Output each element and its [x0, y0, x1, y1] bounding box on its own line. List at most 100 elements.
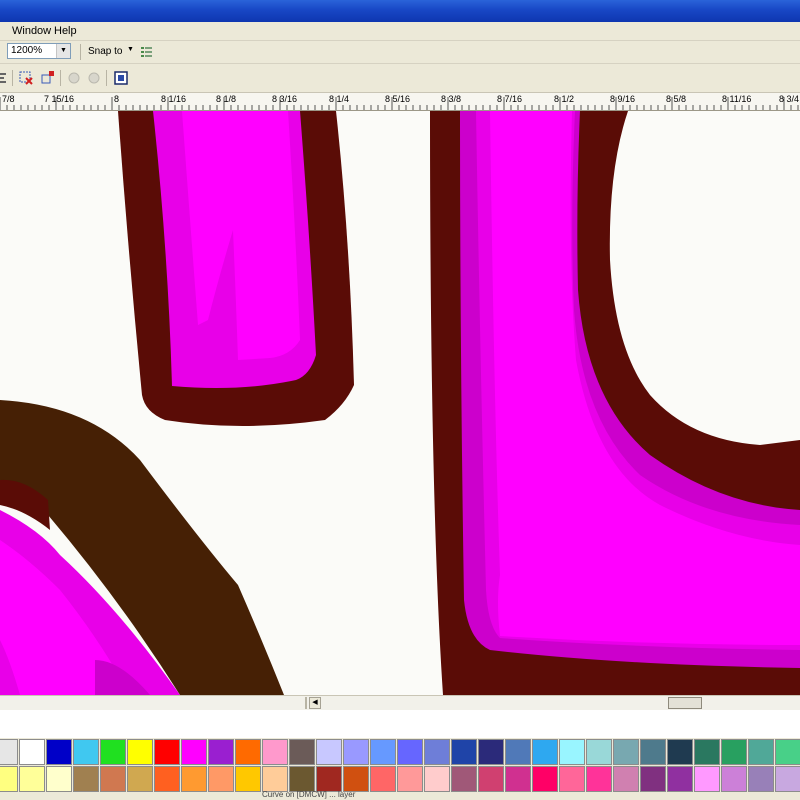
color-swatch[interactable]: [316, 766, 342, 792]
snap-options-icon[interactable]: [140, 45, 154, 59]
color-swatch[interactable]: [370, 766, 396, 792]
color-swatch[interactable]: [451, 766, 477, 792]
chevron-down-icon[interactable]: ▼: [56, 44, 70, 58]
color-swatch[interactable]: [262, 739, 288, 765]
color-swatch[interactable]: [559, 739, 585, 765]
color-swatch[interactable]: [0, 739, 18, 765]
color-swatch[interactable]: [721, 739, 747, 765]
snap-chevron-down-icon[interactable]: ▼: [127, 46, 134, 53]
delete-node-icon[interactable]: [18, 70, 34, 86]
title-bar: [0, 0, 800, 22]
color-swatch[interactable]: [505, 766, 531, 792]
color-swatch[interactable]: [748, 766, 774, 792]
ruler-label: 8 3/4: [779, 94, 800, 104]
color-swatch[interactable]: [694, 766, 720, 792]
color-swatch[interactable]: [640, 766, 666, 792]
arrange-icon[interactable]: [113, 70, 129, 86]
color-swatch[interactable]: [235, 739, 261, 765]
color-swatch[interactable]: [694, 739, 720, 765]
ruler-label: 8 1/2: [554, 94, 575, 104]
color-swatch[interactable]: [667, 766, 693, 792]
color-swatch[interactable]: [586, 766, 612, 792]
undo-disabled-icon[interactable]: [66, 70, 82, 86]
zoom-level-combo[interactable]: 1200% ▼: [7, 43, 71, 59]
horizontal-ruler[interactable]: 7/8 7 15/16 8 8 1/16 8 1/8 8 3/16 8 1/4 …: [0, 93, 800, 111]
color-swatch[interactable]: [370, 739, 396, 765]
color-swatch[interactable]: [424, 739, 450, 765]
color-swatch[interactable]: [316, 739, 342, 765]
color-swatch[interactable]: [262, 766, 288, 792]
color-swatch[interactable]: [73, 766, 99, 792]
color-swatch[interactable]: [127, 766, 153, 792]
color-swatch[interactable]: [19, 766, 45, 792]
color-swatch[interactable]: [397, 739, 423, 765]
color-swatch[interactable]: [100, 766, 126, 792]
left-column-highlight[interactable]: [182, 111, 300, 360]
color-swatch[interactable]: [343, 766, 369, 792]
color-swatch[interactable]: [181, 739, 207, 765]
color-swatch[interactable]: [559, 766, 585, 792]
color-swatch[interactable]: [235, 766, 261, 792]
color-swatch[interactable]: [775, 766, 800, 792]
align-icon[interactable]: [0, 70, 10, 86]
color-swatch[interactable]: [667, 739, 693, 765]
color-swatch[interactable]: [532, 739, 558, 765]
color-swatch[interactable]: [613, 766, 639, 792]
color-swatch[interactable]: [73, 739, 99, 765]
color-swatch[interactable]: [127, 739, 153, 765]
menu-bar: Window Help: [0, 22, 800, 41]
color-swatch[interactable]: [154, 766, 180, 792]
standard-toolbar: [0, 64, 800, 93]
ruler-label: 8 11/16: [722, 94, 752, 104]
ruler-label: 7 15/16: [44, 94, 75, 104]
color-swatch[interactable]: [532, 766, 558, 792]
drawing-canvas[interactable]: [0, 111, 800, 695]
color-swatch[interactable]: [478, 766, 504, 792]
scrollbar-thumb[interactable]: [668, 697, 702, 709]
menu-window[interactable]: Window: [12, 25, 51, 37]
color-swatch[interactable]: [0, 766, 18, 792]
ruler-label: 7/8: [2, 94, 15, 104]
color-swatch[interactable]: [208, 739, 234, 765]
color-swatch[interactable]: [46, 766, 72, 792]
color-swatch[interactable]: [397, 766, 423, 792]
color-swatch[interactable]: [154, 739, 180, 765]
toolbar-separator: [60, 70, 61, 86]
color-swatch[interactable]: [451, 739, 477, 765]
color-swatch[interactable]: [613, 739, 639, 765]
color-swatch[interactable]: [208, 766, 234, 792]
property-bar: 1200% ▼ Snap to ▼: [0, 41, 800, 64]
color-swatch[interactable]: [424, 766, 450, 792]
color-swatch[interactable]: [721, 766, 747, 792]
color-swatch[interactable]: [100, 739, 126, 765]
ruler-label: 8 3/8: [441, 94, 462, 104]
scroll-left-icon[interactable]: ◀: [309, 697, 321, 709]
snap-to-button[interactable]: Snap to: [88, 46, 122, 57]
toolbar-separator: [80, 44, 81, 60]
toolbar-separator: [106, 70, 107, 86]
color-swatch[interactable]: [289, 766, 315, 792]
color-swatch[interactable]: [586, 739, 612, 765]
u-shape-highlight[interactable]: [490, 111, 800, 645]
color-swatch[interactable]: [19, 739, 45, 765]
color-swatch[interactable]: [640, 739, 666, 765]
color-swatch[interactable]: [775, 739, 800, 765]
ruler-label: 8: [114, 94, 120, 104]
vector-artwork: [0, 111, 800, 695]
color-swatch[interactable]: [505, 739, 531, 765]
horizontal-scrollbar[interactable]: ◀: [0, 695, 800, 710]
color-swatch[interactable]: [748, 739, 774, 765]
color-palette: [0, 738, 800, 794]
color-swatch[interactable]: [478, 739, 504, 765]
redo-disabled-icon[interactable]: [86, 70, 102, 86]
ruler-label: 8 5/8: [666, 94, 687, 104]
color-swatch[interactable]: [343, 739, 369, 765]
scrollbar-divider[interactable]: [305, 697, 307, 709]
color-swatch[interactable]: [289, 739, 315, 765]
menu-help[interactable]: Help: [54, 25, 77, 37]
ruler-label: 8 5/16: [385, 94, 411, 104]
ruler-label: 8 1/8: [216, 94, 237, 104]
add-node-icon[interactable]: [40, 70, 56, 86]
color-swatch[interactable]: [46, 739, 72, 765]
color-swatch[interactable]: [181, 766, 207, 792]
